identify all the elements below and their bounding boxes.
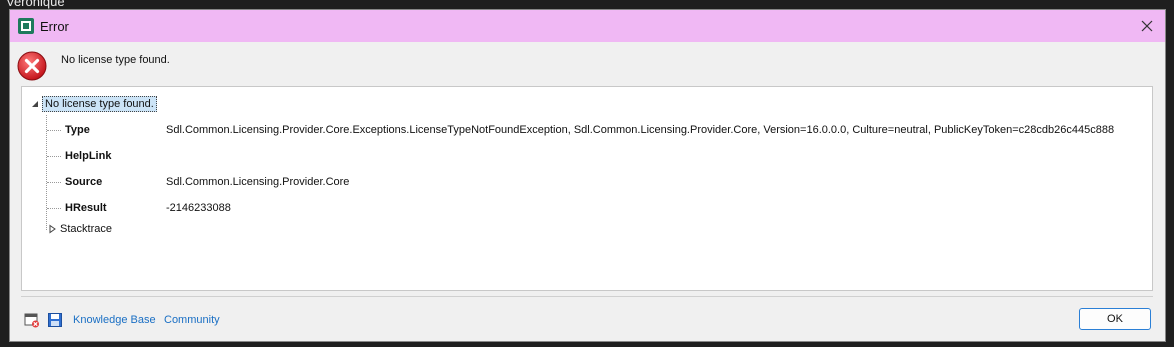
property-key: HResult — [65, 202, 107, 214]
property-row-source[interactable]: Source Sdl.Common.Licensing.Provider.Cor… — [65, 172, 349, 192]
background-window-title: Veronique — [6, 0, 65, 9]
property-key: Source — [65, 176, 103, 188]
property-value: -2146233088 — [166, 202, 231, 214]
dialog-title: Error — [40, 18, 69, 34]
property-row-type[interactable]: Type Sdl.Common.Licensing.Provider.Core.… — [65, 120, 1114, 140]
stacktrace-label: Stacktrace — [60, 223, 112, 235]
expand-arrow-icon[interactable] — [47, 224, 57, 234]
save-icon[interactable] — [47, 312, 63, 328]
footer-separator — [21, 296, 1153, 297]
tree-connector — [47, 156, 61, 157]
ok-button[interactable]: OK — [1079, 308, 1151, 330]
exception-tree[interactable]: No license type found. Type Sdl.Common.L… — [21, 86, 1153, 291]
property-row-hresult[interactable]: HResult -2146233088 — [65, 198, 231, 218]
knowledge-base-link[interactable]: Knowledge Base — [73, 314, 156, 326]
stacktrace-node[interactable]: Stacktrace — [47, 223, 112, 235]
property-row-helplink[interactable]: HelpLink — [65, 146, 166, 166]
collapse-arrow-icon[interactable] — [30, 99, 40, 109]
app-icon — [18, 18, 34, 34]
dialog-titlebar: Error — [10, 10, 1165, 42]
tree-root-node[interactable]: No license type found. — [30, 96, 157, 112]
community-link[interactable]: Community — [164, 314, 220, 326]
error-header: No license type found. — [10, 42, 1165, 82]
property-key: HelpLink — [65, 150, 112, 162]
tree-connector — [47, 182, 61, 183]
tree-root-label[interactable]: No license type found. — [42, 96, 157, 112]
property-key: Type — [65, 124, 90, 136]
tree-connector — [46, 115, 47, 230]
property-value: Sdl.Common.Licensing.Provider.Core.Excep… — [166, 124, 1115, 136]
dialog-footer: Knowledge Base Community OK — [10, 306, 1165, 334]
close-icon — [1141, 20, 1153, 32]
copy-error-icon[interactable] — [24, 312, 40, 328]
tree-connector — [47, 208, 61, 209]
property-value: Sdl.Common.Licensing.Provider.Core — [166, 176, 350, 188]
error-message: No license type found. — [61, 54, 170, 66]
error-dialog: Error No license type found. No license … — [9, 9, 1166, 342]
tree-connector — [47, 130, 61, 131]
error-icon — [17, 51, 47, 81]
close-button[interactable] — [1135, 14, 1159, 38]
